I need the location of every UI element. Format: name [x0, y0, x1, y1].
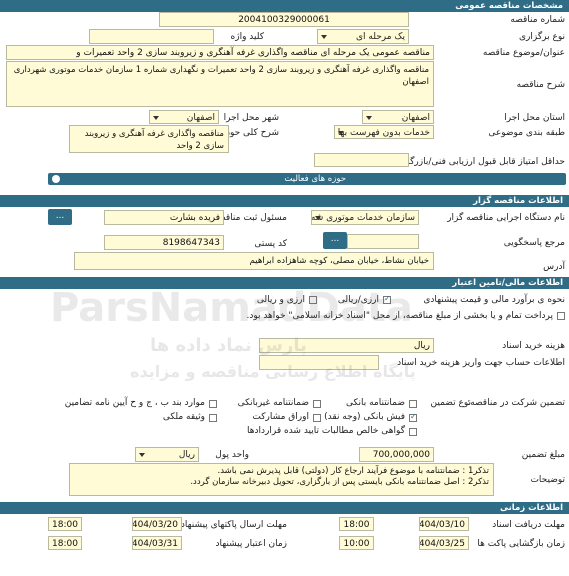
g-nonbank-checkbox[interactable] [313, 400, 321, 408]
estimate-label: نحوه ی برآورد مالی و قیمت پیشنهادی [423, 295, 565, 305]
watermark-brand-en: ParsNamadData [50, 285, 413, 331]
city-label: شهر محل اجرا [223, 113, 279, 123]
hold-type-label: نوع برگزاری [519, 32, 565, 42]
responsible-label: مسئول ثبت مناقصه [213, 213, 287, 223]
more-button[interactable]: ... [48, 209, 72, 225]
g-property-checkbox[interactable] [209, 414, 217, 422]
title-field[interactable]: مناقصه عمومی یک مرحله ای مناقصه واگذاری … [6, 45, 434, 60]
account-field[interactable] [259, 355, 379, 370]
activity-field[interactable]: مناقصه واگذاری غرفه آهنگری و زیروبند ساز… [69, 125, 229, 153]
min-score-field[interactable] [314, 153, 409, 167]
description-label: شرح مناقصه [516, 80, 565, 90]
notes-field[interactable]: تذکر1 : ضمانتنامه با موضوع فرآیند ارجاع … [69, 463, 494, 496]
g-nonbank-label: ضمانتنامه غیربانکی [237, 398, 309, 408]
authority-more-button[interactable]: ... [323, 232, 347, 249]
postal-label: کد پستی [254, 239, 287, 249]
unit-select[interactable]: ریال [135, 447, 199, 462]
currency-both-checkbox[interactable] [309, 296, 317, 304]
receive-date[interactable]: 1404/03/10 [419, 517, 469, 531]
send-label: مهلت ارسال پاکتهای پیشنهاد [180, 520, 287, 530]
notes-label: توضیحات [530, 475, 565, 485]
section-header-organizer: اطلاعات مناقصه گزار [0, 195, 569, 207]
open-label: زمان بازگشایی پاکت ها [477, 539, 565, 549]
g-bank-label: ضمانتنامه بانکی [346, 398, 405, 408]
validity-time[interactable]: 18:00 [48, 536, 82, 550]
collapse-icon[interactable] [52, 175, 60, 183]
g-bonds-label: اوراق مشارکت [252, 412, 309, 422]
address-label: آدرس [543, 262, 565, 272]
keyword-label: کلید واژه [230, 32, 264, 42]
section-header-general: مشخصات مناقصه عمومی [0, 0, 569, 12]
currency-rial-label: ارزی/ریالی [337, 295, 379, 305]
doc-fee-field[interactable]: ریال [259, 338, 434, 353]
org-name-select[interactable]: سازمان خدمات موتوری شه [311, 210, 419, 225]
account-label: اطلاعات حساب جهت واریز هزینه خرید اسناد [397, 358, 565, 368]
authority-field[interactable] [347, 234, 419, 249]
currency-both-label: ارزی و ریالی [256, 295, 305, 305]
g-check-label: فیش بانکی (وجه نقد) [324, 412, 405, 422]
section-header-financial: اطلاعات مالی/تامین اعتبار [0, 277, 569, 289]
address-field[interactable]: خیابان نشاط، خیابان مصلی، کوچه شاهزاده ا… [74, 252, 434, 270]
g-clause-label: موارد بند ب ، ج و ح آیین نامه تضامین [64, 398, 205, 408]
hold-type-select[interactable]: یک مرحله ای [317, 29, 409, 44]
province-select[interactable]: اصفهان [362, 110, 434, 124]
authority-label: مرجع پاسخگویی [503, 238, 565, 248]
guarantee-type-label: نوع تضمین [430, 398, 471, 408]
validity-label: زمان اعتبار پیشنهاد [215, 539, 288, 549]
g-bank-checkbox[interactable] [409, 400, 417, 408]
keyword-field[interactable] [89, 29, 214, 44]
g-bonds-checkbox[interactable] [313, 414, 321, 422]
description-field[interactable]: مناقصه واگذاری غرفه آهنگری و زیروبند ساز… [6, 61, 434, 107]
category-select[interactable]: خدمات بدون فهرست بها [334, 125, 434, 139]
doc-fee-unit: ریال [413, 341, 430, 351]
activity-bar-label: حوزه های فعالیت [284, 174, 346, 184]
g-check-checkbox[interactable] [409, 412, 417, 422]
tender-number-label: شماره مناقصه [510, 15, 565, 25]
unit-label: واحد پول [215, 450, 249, 460]
category-label: طبقه بندی موضوعی [488, 128, 565, 138]
min-score-label: حداقل امتیاز قابل قبول ارزیابی فنی/بازرگ… [397, 157, 565, 167]
payment-text: پرداخت تمام و یا بخشی از مبلغ مناقصه، از… [246, 311, 553, 321]
amount-field[interactable]: 700,000,000 [359, 447, 434, 462]
receive-time[interactable]: 18:00 [339, 517, 374, 531]
guarantee-label: تضمین شرکت در مناقصه: [467, 398, 565, 408]
tender-number-field[interactable]: 2004100329000061 [159, 12, 409, 27]
section-header-timing: اطلاعات زمانی [0, 502, 569, 514]
payment-checkbox[interactable] [557, 312, 565, 320]
title-label: عنوان/موضوع مناقصه [482, 48, 565, 58]
activity-collapse-bar[interactable]: حوزه های فعالیت [48, 173, 566, 185]
g-receivables-checkbox[interactable] [409, 428, 417, 436]
responsible-field[interactable]: فریده بشارت [104, 210, 224, 225]
province-label: استان محل اجرا [504, 113, 565, 123]
open-time[interactable]: 10:00 [339, 536, 374, 550]
org-name-label: نام دستگاه اجرایی مناقصه گزار [447, 213, 565, 223]
g-receivables-label: گواهی خالص مطالبات تایید شده قراردادها [247, 426, 405, 436]
open-date[interactable]: 1404/03/25 [419, 536, 469, 550]
doc-fee-label: هزینه خرید اسناد [502, 341, 565, 351]
currency-rial-checkbox[interactable] [383, 294, 391, 304]
g-clause-checkbox[interactable] [209, 400, 217, 408]
validity-date[interactable]: 1404/03/31 [132, 536, 182, 550]
g-property-label: وثیقه ملکی [162, 412, 205, 422]
amount-label: مبلغ تضمین [521, 450, 565, 460]
send-date[interactable]: 1404/03/20 [132, 517, 182, 531]
send-time[interactable]: 18:00 [48, 517, 82, 531]
receive-label: مهلت دریافت اسناد [492, 520, 565, 530]
postal-code-field[interactable]: 8198647343 [104, 235, 224, 250]
city-select[interactable]: اصفهان [149, 110, 219, 124]
